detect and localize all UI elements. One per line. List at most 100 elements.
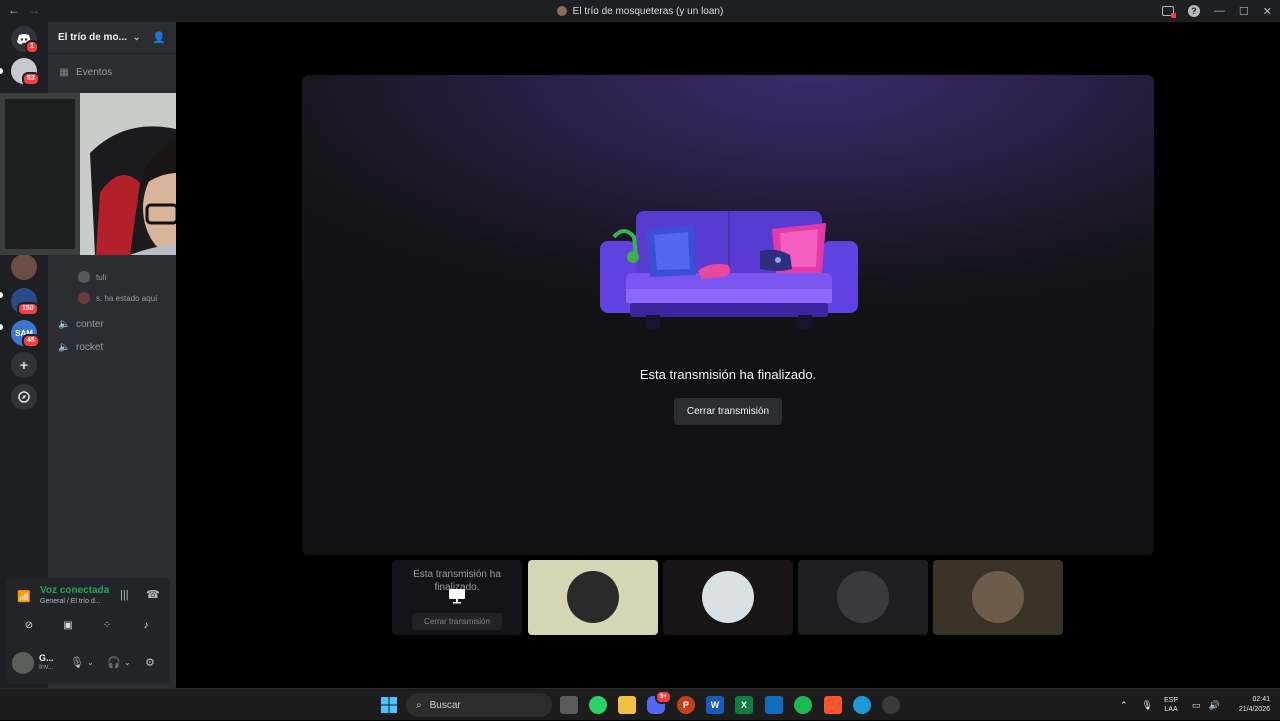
maximize-button[interactable]: ☐ bbox=[1239, 5, 1249, 18]
unread-indicator bbox=[0, 324, 3, 330]
participant-tile[interactable] bbox=[798, 560, 928, 635]
avatar bbox=[837, 571, 889, 623]
close-stream-button[interactable]: Cerrar transmisión bbox=[674, 398, 782, 425]
tray-icons: ▭ 🔊 bbox=[1192, 689, 1220, 721]
discord-icon[interactable]: 9+ bbox=[647, 690, 672, 714]
server-avatar-icon bbox=[556, 6, 567, 16]
member-name: s. ha estado aquí bbox=[96, 293, 158, 303]
add-server-icon[interactable]: + bbox=[11, 352, 37, 378]
server-header[interactable]: El trío de mo... ⌄ 👤 bbox=[48, 22, 176, 54]
server-badge: 150 bbox=[17, 302, 39, 316]
minimize-button[interactable]: — bbox=[1214, 5, 1225, 17]
voice-member[interactable]: s. ha estado aquí bbox=[78, 292, 157, 304]
gear-icon[interactable]: ⚙ bbox=[145, 656, 155, 669]
powerpoint-icon[interactable]: P bbox=[677, 696, 695, 714]
voice-channel-label: conter bbox=[76, 319, 104, 330]
whatsapp-icon[interactable] bbox=[589, 696, 607, 714]
clock-time: 02:41 bbox=[1252, 696, 1270, 703]
search-placeholder: Buscar bbox=[429, 699, 461, 711]
unread-indicator bbox=[0, 68, 3, 74]
system-tray: ⌃ 🎙 bbox=[1120, 689, 1153, 721]
stream-tile[interactable]: Esta transmisión ha finalizado. Cerrar t… bbox=[392, 560, 522, 635]
start-button[interactable] bbox=[380, 696, 398, 714]
chevron-down-icon[interactable]: ⌄ bbox=[87, 658, 94, 667]
participant-tile[interactable] bbox=[528, 560, 658, 635]
avatar[interactable] bbox=[12, 652, 34, 674]
window-titlebar: ← → El trío de mosqueteras (y un loan) ?… bbox=[0, 0, 1280, 22]
chevron-down-icon: ⌄ bbox=[132, 32, 141, 42]
edge-icon[interactable] bbox=[853, 696, 871, 714]
clock-date: 21/4/2026 bbox=[1238, 706, 1270, 713]
word-icon[interactable]: W bbox=[706, 696, 724, 714]
couch-illustration bbox=[600, 211, 858, 329]
member-name: tuli bbox=[96, 272, 107, 282]
chevron-up-icon[interactable]: ⌃ bbox=[1120, 700, 1128, 711]
close-window-button[interactable]: ✕ bbox=[1263, 5, 1272, 18]
spotify-icon[interactable] bbox=[794, 696, 812, 714]
screen-share-button[interactable]: ▣ bbox=[53, 616, 83, 634]
events-item[interactable]: ▦ Eventos bbox=[58, 67, 112, 78]
file-explorer-icon[interactable] bbox=[618, 696, 636, 714]
headphones-icon[interactable]: 🎧 bbox=[107, 656, 121, 669]
search-icon: ⌕ bbox=[416, 699, 422, 711]
speaker-icon: 🔈 bbox=[58, 319, 71, 330]
chevron-down-icon[interactable]: ⌄ bbox=[124, 658, 131, 667]
microphone-icon[interactable]: 🎙 bbox=[70, 656, 84, 669]
microphone-icon[interactable]: 🎙 bbox=[1142, 700, 1153, 711]
participant-tile[interactable] bbox=[933, 560, 1063, 635]
server-name: El trío de mo... bbox=[58, 32, 127, 43]
noise-suppression-icon[interactable]: ||| bbox=[120, 589, 129, 601]
avatar bbox=[78, 292, 90, 304]
voice-panel: 📶 Voz conectada General / El trío d... |… bbox=[6, 578, 170, 684]
user-panel: G... Inv... 🎙 ⌄ 🎧 ⌄ ⚙ bbox=[6, 648, 170, 682]
tile-close-stream-button[interactable]: Cerrar transmisión bbox=[412, 613, 502, 630]
unread-indicator bbox=[0, 292, 3, 298]
window-title: El trío de mosqueteras (y un loan) bbox=[0, 0, 1280, 22]
stream-ended-message: Esta transmisión ha finalizado. bbox=[639, 367, 817, 382]
voice-member[interactable]: tuli bbox=[78, 271, 106, 283]
windows-taskbar: ⌕ Buscar 9+ P W X ⌃ 🎙 ESP LAA ▭ 🔊 02:41 … bbox=[0, 688, 1280, 720]
avatar bbox=[78, 271, 90, 283]
network-icon[interactable]: ▭ bbox=[1192, 700, 1201, 711]
keyboard-layout: LAA bbox=[1164, 706, 1178, 713]
task-view-icon[interactable] bbox=[560, 696, 578, 714]
signal-icon[interactable]: 📶 bbox=[17, 590, 31, 603]
voice-channel-rocket[interactable]: 🔈 rocket bbox=[58, 342, 103, 353]
help-icon[interactable]: ? bbox=[1187, 5, 1200, 17]
volume-icon[interactable]: 🔊 bbox=[1209, 700, 1220, 711]
disconnect-icon[interactable]: ☎ bbox=[146, 588, 160, 601]
server-icon[interactable]: SAM 45 bbox=[11, 320, 40, 348]
language-indicator[interactable]: ESP LAA bbox=[1164, 689, 1178, 721]
home-badge: 1 bbox=[25, 40, 39, 54]
screen-share-icon[interactable] bbox=[1161, 6, 1176, 18]
server-badge: 53 bbox=[22, 72, 40, 86]
events-label: Eventos bbox=[76, 67, 113, 78]
participant-tile[interactable] bbox=[663, 560, 793, 635]
app-icon[interactable] bbox=[882, 696, 900, 714]
server-badge: 45 bbox=[22, 334, 40, 348]
outlook-icon[interactable] bbox=[765, 696, 783, 714]
server-icon[interactable]: 53 bbox=[11, 58, 40, 86]
avatar bbox=[567, 571, 619, 623]
voice-channel-label: rocket bbox=[76, 342, 104, 353]
clock[interactable]: 02:41 21/4/2026 bbox=[1228, 689, 1270, 721]
windows-logo-icon bbox=[381, 697, 397, 713]
avatar bbox=[972, 571, 1024, 623]
language-code: ESP bbox=[1164, 697, 1179, 704]
excel-icon[interactable]: X bbox=[735, 696, 753, 714]
direct-messages-button[interactable]: 1 bbox=[11, 26, 39, 54]
brave-icon[interactable] bbox=[824, 696, 842, 714]
soundboard-button[interactable]: ♪ bbox=[131, 616, 161, 634]
server-icon[interactable] bbox=[11, 254, 37, 280]
camera-off-button[interactable]: ⊘ bbox=[14, 616, 44, 634]
voice-channel-conter[interactable]: 🔈 conter bbox=[58, 319, 104, 330]
explore-icon[interactable] bbox=[11, 384, 37, 410]
voice-channel-path[interactable]: General / El trío d... bbox=[40, 598, 101, 605]
stream-view: Esta transmisión ha finalizado. Cerrar t… bbox=[302, 75, 1154, 555]
taskbar-search[interactable]: ⌕ Buscar bbox=[406, 693, 552, 717]
server-icon[interactable]: 150 bbox=[11, 288, 39, 316]
voice-status[interactable]: Voz conectada bbox=[40, 585, 109, 596]
activities-button[interactable]: ⁘ bbox=[92, 616, 122, 634]
invite-people-icon[interactable]: 👤 bbox=[152, 31, 166, 44]
monitor-icon bbox=[449, 589, 465, 604]
